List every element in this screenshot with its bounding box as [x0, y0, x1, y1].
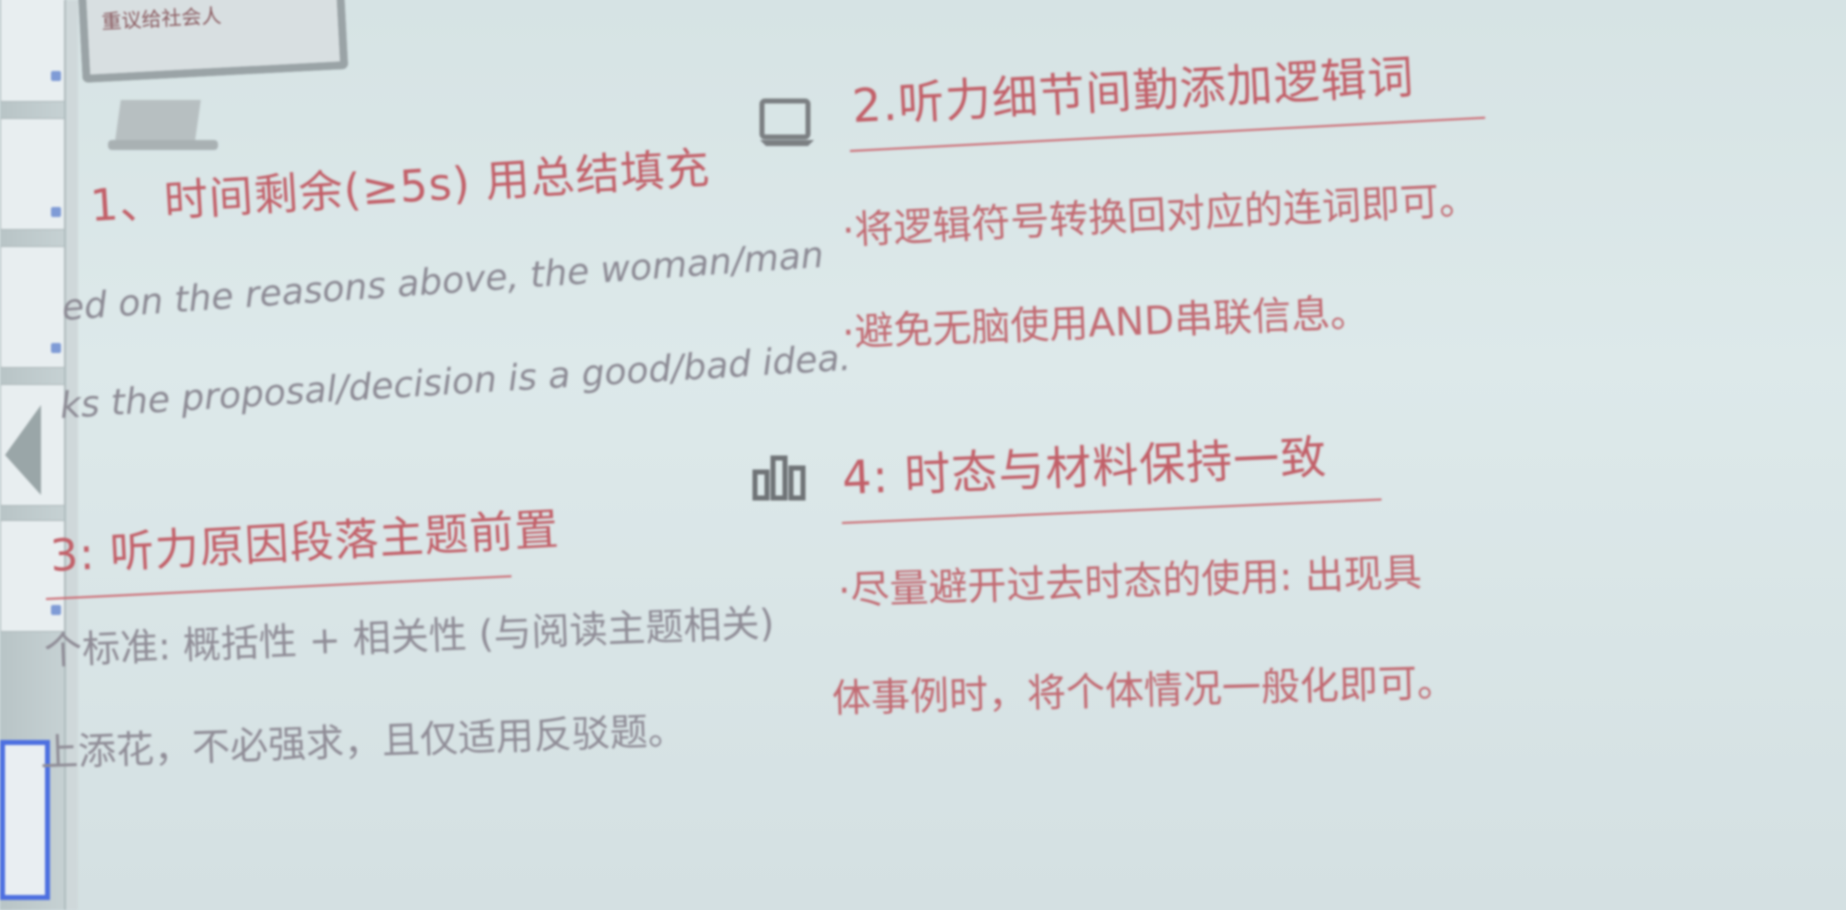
section-2-line-1: ·将逻辑符号转换回对应的连词即可。	[841, 177, 1479, 254]
slide-thumbnail[interactable]	[0, 246, 66, 368]
bar-chart-icon	[752, 455, 806, 501]
section-2-line-2: ·避免无脑使用AND串联信息。	[841, 290, 1370, 356]
slide-thumbnail[interactable]	[0, 118, 66, 230]
monitor-stand	[115, 100, 201, 140]
section-2-heading: 2.听力细节间勤添加逻辑词	[850, 49, 1416, 133]
laptop-icon	[759, 98, 814, 146]
slide-thumbnail[interactable]	[0, 384, 66, 506]
diagram-thumbnail-icon	[5, 405, 41, 495]
section-4-line-1: ·尽量避开过去时态的使用: 出现具	[837, 550, 1423, 614]
section-3-line-2: 上添花，不必强求，且仅适用反驳题。	[39, 708, 687, 775]
section-1-line-2: ks the proposal/decision is a good/bad i…	[58, 337, 852, 427]
section-4-heading: 4: 时态与材料保持一致	[840, 429, 1329, 505]
monitor-graphic: 重议给社会人	[77, 0, 349, 83]
slide-thumbnail[interactable]	[0, 0, 66, 102]
projected-slide: 重议给社会人 1、时间剩余(≥5s) 用总结填充 ed on the reaso…	[0, 0, 1846, 910]
section-3-heading: 3: 听力原因段落主题前置	[48, 504, 561, 582]
monitor-caption: 重议给社会人	[100, 3, 222, 34]
section-3-line-1: 个标准: 概括性 + 相关性 (与阅读主题相关)	[43, 600, 776, 673]
monitor-base	[108, 140, 218, 150]
section-1-line-1: ed on the reasons above, the woman/man	[60, 234, 825, 329]
section-4-line-2: 体事例时，将个体情况一般化即可。	[831, 660, 1457, 722]
